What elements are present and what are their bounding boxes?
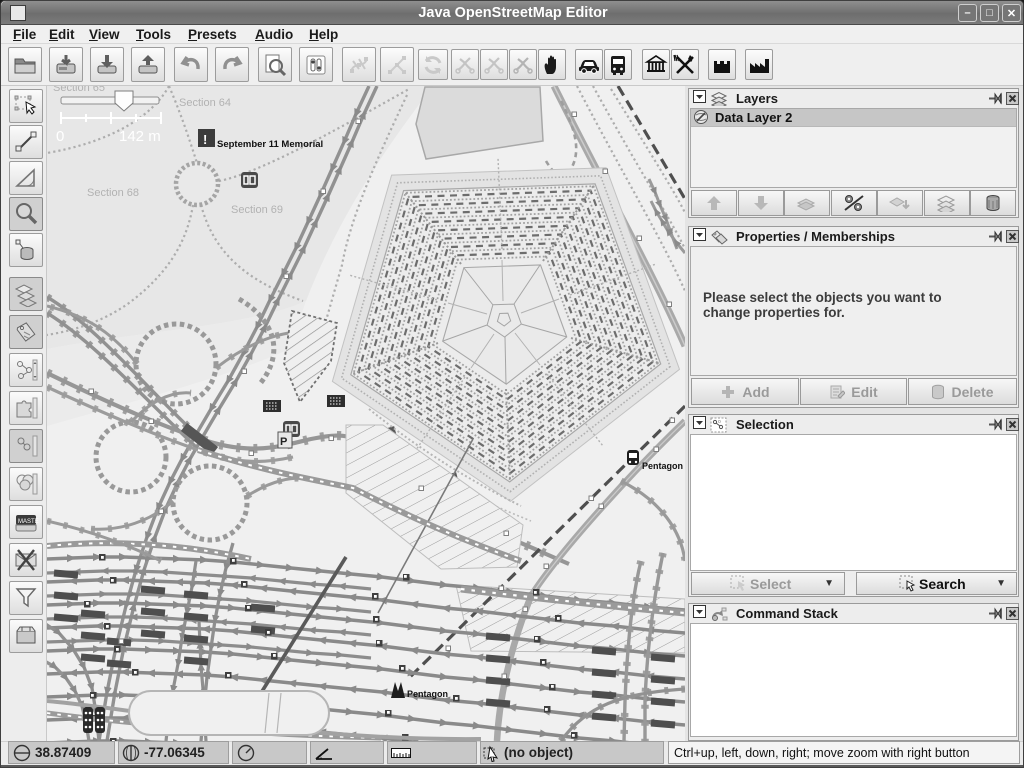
svg-text:Pentagon: Pentagon: [642, 461, 683, 471]
svg-text:142 m: 142 m: [119, 128, 161, 145]
svg-text:September 11 Memorial: September 11 Memorial: [217, 139, 323, 150]
svg-text:0: 0: [56, 128, 64, 145]
svg-text:P: P: [280, 436, 287, 448]
svg-text:o: o: [718, 419, 721, 425]
svg-text:Section 65: Section 65: [53, 86, 105, 94]
svg-text:MASTER: MASTER: [18, 519, 39, 525]
svg-text:Section 69: Section 69: [231, 204, 283, 216]
svg-text:Section 64: Section 64: [179, 97, 231, 109]
svg-text:Pentagon: Pentagon: [407, 689, 448, 699]
svg-text:!: !: [203, 132, 207, 147]
svg-text:Section 68: Section 68: [87, 187, 139, 199]
